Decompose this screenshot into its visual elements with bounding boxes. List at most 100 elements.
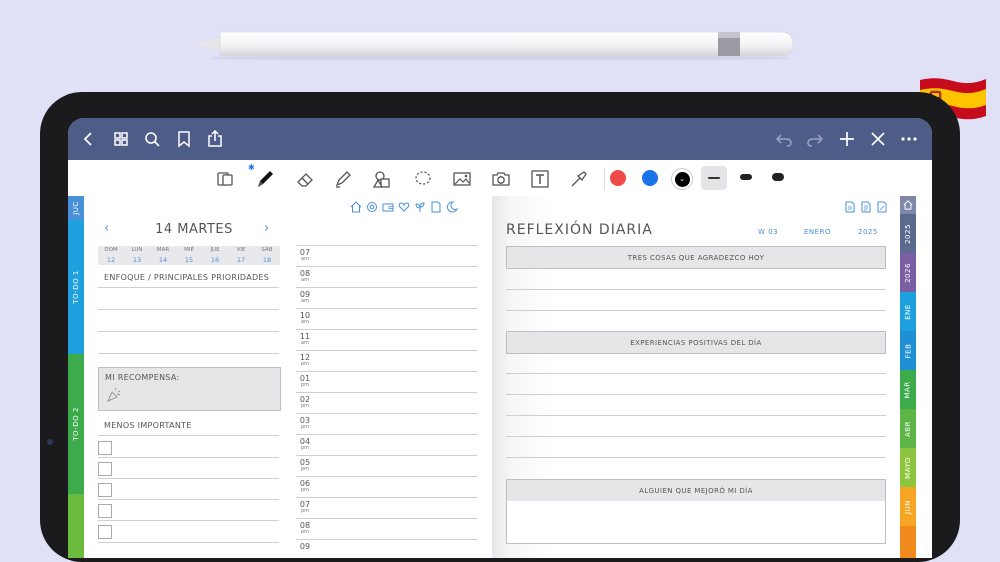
- stroke-width-medium[interactable]: [740, 174, 752, 180]
- month-tab[interactable]: MAR: [900, 370, 916, 409]
- schedule-line[interactable]: [296, 455, 477, 456]
- month-link[interactable]: ENERO: [804, 228, 831, 236]
- focus-line[interactable]: [98, 287, 279, 288]
- color-swatch-red[interactable]: [610, 170, 626, 186]
- schedule-line[interactable]: [296, 518, 477, 519]
- writing-line[interactable]: [506, 457, 886, 458]
- shapes-icon[interactable]: [371, 168, 393, 190]
- share-icon[interactable]: [205, 129, 225, 149]
- task-checkbox[interactable]: [98, 504, 112, 518]
- writing-line[interactable]: [506, 394, 886, 395]
- weekday-number[interactable]: 17: [228, 256, 254, 264]
- color-swatch-blue[interactable]: [642, 170, 658, 186]
- pen-tool-icon[interactable]: [254, 168, 276, 190]
- schedule-line[interactable]: [296, 539, 477, 540]
- search-icon[interactable]: [142, 129, 162, 149]
- month-tab[interactable]: JUN: [900, 487, 916, 526]
- month-tab[interactable]: ABR: [900, 409, 916, 448]
- plant-icon[interactable]: [414, 198, 426, 212]
- moon-icon[interactable]: [446, 198, 459, 213]
- left-tab[interactable]: JUC: [68, 196, 84, 220]
- heart-icon[interactable]: [398, 198, 410, 212]
- task-line[interactable]: [98, 520, 279, 521]
- add-icon[interactable]: [837, 129, 857, 149]
- writing-line[interactable]: [506, 289, 886, 290]
- redo-icon[interactable]: [805, 129, 825, 149]
- schedule-line[interactable]: [296, 371, 477, 372]
- weekday-number[interactable]: 18: [254, 256, 280, 264]
- schedule-line[interactable]: [296, 350, 477, 351]
- schedule-line[interactable]: [296, 329, 477, 330]
- grid-icon[interactable]: [111, 129, 131, 149]
- highlighter-icon[interactable]: [332, 168, 354, 190]
- undo-icon[interactable]: [774, 129, 794, 149]
- schedule-line[interactable]: [296, 413, 477, 414]
- focus-line[interactable]: [98, 331, 279, 332]
- close-icon[interactable]: [868, 129, 888, 149]
- document-icon[interactable]: [844, 198, 856, 213]
- document-icon[interactable]: [876, 198, 888, 213]
- bookmark-icon[interactable]: [174, 129, 194, 149]
- task-line[interactable]: [98, 457, 279, 458]
- week-link[interactable]: W 03: [758, 228, 778, 236]
- weekday-number[interactable]: 13: [124, 256, 150, 264]
- writing-line[interactable]: [506, 373, 886, 374]
- schedule-line[interactable]: [296, 476, 477, 477]
- month-tab[interactable]: MAYO: [900, 448, 916, 487]
- year-tab[interactable]: 2026: [900, 253, 916, 292]
- home-icon[interactable]: [350, 198, 362, 213]
- left-tab[interactable]: [68, 494, 84, 558]
- hour-label: 08 pm: [299, 521, 311, 535]
- task-line[interactable]: [98, 478, 279, 479]
- focus-line[interactable]: [98, 309, 279, 310]
- weekday-number[interactable]: 15: [176, 256, 202, 264]
- focus-line[interactable]: [98, 353, 279, 354]
- month-tab[interactable]: ENE: [900, 292, 916, 331]
- camera-icon[interactable]: [490, 168, 512, 190]
- task-checkbox[interactable]: [98, 483, 112, 497]
- weekday-number[interactable]: 12: [98, 256, 124, 264]
- reward-box[interactable]: MI RECOMPENSA:: [98, 367, 281, 411]
- writing-line[interactable]: [506, 310, 886, 311]
- eraser-icon[interactable]: [294, 168, 316, 190]
- task-checkbox[interactable]: [98, 525, 112, 539]
- left-tab[interactable]: TO-DO 2: [68, 354, 84, 494]
- schedule-line[interactable]: [296, 434, 477, 435]
- lasso-icon[interactable]: [412, 168, 434, 190]
- reader-mode-icon[interactable]: [214, 168, 236, 190]
- task-checkbox[interactable]: [98, 441, 112, 455]
- weekday-number[interactable]: 16: [202, 256, 228, 264]
- image-icon[interactable]: [451, 168, 473, 190]
- writing-line[interactable]: [506, 415, 886, 416]
- year-link[interactable]: 2025: [858, 228, 878, 236]
- month-tab[interactable]: [900, 526, 916, 558]
- stroke-width-thick[interactable]: [772, 173, 784, 181]
- target-icon[interactable]: [366, 198, 378, 212]
- schedule-line[interactable]: [296, 308, 477, 309]
- stroke-width-thin[interactable]: [701, 166, 727, 190]
- left-tab-strip: JUC TO-DO 1 TO-DO 2: [68, 196, 84, 558]
- next-day-icon[interactable]: ›: [264, 222, 276, 235]
- task-line[interactable]: [98, 499, 279, 500]
- wallet-icon[interactable]: [382, 198, 394, 212]
- weekday-number[interactable]: 14: [150, 256, 176, 264]
- document-icon[interactable]: [860, 198, 872, 213]
- task-line[interactable]: [98, 542, 279, 543]
- color-swatch-black[interactable]: ⌄: [671, 168, 693, 190]
- someone-better-box[interactable]: [506, 501, 886, 544]
- back-icon[interactable]: [79, 129, 99, 149]
- month-tab[interactable]: FEB: [900, 331, 916, 370]
- schedule-line[interactable]: [296, 287, 477, 288]
- task-checkbox[interactable]: [98, 462, 112, 476]
- year-tab[interactable]: 2025: [900, 214, 916, 253]
- writing-line[interactable]: [506, 436, 886, 437]
- home-tab[interactable]: [900, 196, 916, 214]
- laser-pointer-icon[interactable]: [568, 168, 590, 190]
- notes-icon[interactable]: [430, 198, 442, 213]
- left-tab[interactable]: TO-DO 1: [68, 220, 84, 354]
- schedule-line[interactable]: [296, 497, 477, 498]
- more-icon[interactable]: [899, 129, 919, 149]
- text-box-icon[interactable]: [529, 168, 551, 190]
- schedule-line[interactable]: [296, 392, 477, 393]
- schedule-line[interactable]: [296, 266, 477, 267]
